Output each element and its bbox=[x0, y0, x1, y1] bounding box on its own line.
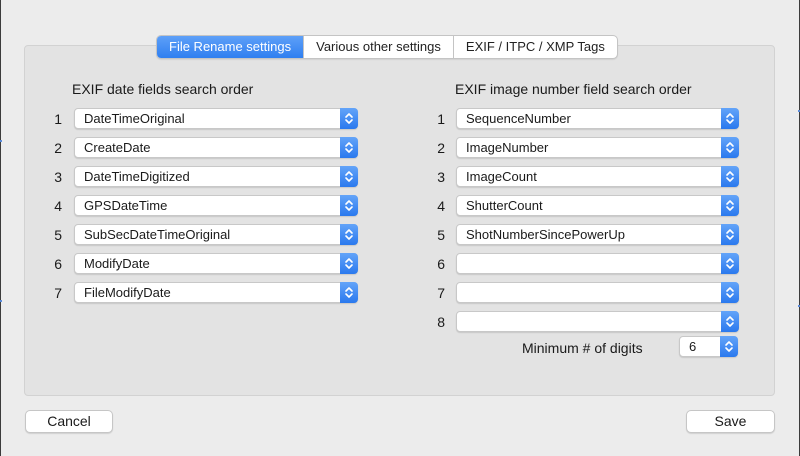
row-number: 5 bbox=[437, 227, 445, 243]
save-button[interactable]: Save bbox=[686, 410, 775, 433]
date-field-select-3[interactable]: DateTimeDigitized bbox=[74, 166, 358, 187]
tab-bar: File Rename settings Various other setti… bbox=[156, 35, 618, 59]
image-number-field-select-2[interactable]: ImageNumber bbox=[456, 137, 739, 158]
row-number: 3 bbox=[437, 169, 445, 185]
image-number-field-select-1[interactable]: SequenceNumber bbox=[456, 108, 739, 129]
tab-content-panel bbox=[24, 45, 775, 396]
image-number-field-select-6[interactable] bbox=[456, 253, 739, 274]
date-field-select-4[interactable]: GPSDateTime bbox=[74, 195, 358, 216]
minimum-digits-value: 6 bbox=[689, 339, 697, 354]
exif-date-fields-title: EXIF date fields search order bbox=[72, 81, 254, 97]
chevron-up-down-icon bbox=[721, 166, 739, 187]
row-number: 4 bbox=[437, 198, 445, 214]
chevron-up-down-icon bbox=[340, 253, 358, 274]
edge-marker bbox=[0, 140, 2, 142]
chevron-up-down-icon bbox=[340, 137, 358, 158]
date-field-select-1[interactable]: DateTimeOriginal bbox=[74, 108, 358, 129]
select-value: ShotNumberSincePowerUp bbox=[466, 227, 625, 242]
date-field-select-7[interactable]: FileModifyDate bbox=[74, 282, 358, 303]
image-number-field-select-5[interactable]: ShotNumberSincePowerUp bbox=[456, 224, 739, 245]
select-value: FileModifyDate bbox=[84, 285, 171, 300]
select-value: SequenceNumber bbox=[466, 111, 571, 126]
chevron-up-down-icon bbox=[340, 195, 358, 216]
date-field-select-2[interactable]: CreateDate bbox=[74, 137, 358, 158]
row-number: 8 bbox=[437, 314, 445, 330]
select-value: ImageNumber bbox=[466, 140, 549, 155]
image-number-field-select-3[interactable]: ImageCount bbox=[456, 166, 739, 187]
window-edge-left bbox=[0, 0, 1, 456]
select-value: ImageCount bbox=[466, 169, 537, 184]
row-number: 7 bbox=[54, 285, 62, 301]
row-number: 3 bbox=[54, 169, 62, 185]
row-number: 2 bbox=[54, 140, 62, 156]
row-number: 6 bbox=[54, 256, 62, 272]
select-value: DateTimeOriginal bbox=[84, 111, 185, 126]
chevron-up-down-icon bbox=[721, 311, 739, 332]
row-number: 5 bbox=[54, 227, 62, 243]
chevron-up-down-icon bbox=[340, 282, 358, 303]
date-field-select-5[interactable]: SubSecDateTimeOriginal bbox=[74, 224, 358, 245]
chevron-up-down-icon bbox=[721, 282, 739, 303]
chevron-up-down-icon bbox=[721, 253, 739, 274]
tab-various-other-settings[interactable]: Various other settings bbox=[304, 36, 454, 58]
chevron-up-down-icon bbox=[721, 195, 739, 216]
minimum-digits-select[interactable]: 6 bbox=[679, 336, 738, 357]
select-value: CreateDate bbox=[84, 140, 151, 155]
image-number-field-select-4[interactable]: ShutterCount bbox=[456, 195, 739, 216]
chevron-up-down-icon bbox=[721, 108, 739, 129]
tab-file-rename-settings[interactable]: File Rename settings bbox=[157, 36, 305, 58]
row-number: 1 bbox=[54, 111, 62, 127]
row-number: 2 bbox=[437, 140, 445, 156]
date-field-select-6[interactable]: ModifyDate bbox=[74, 253, 358, 274]
select-value: DateTimeDigitized bbox=[84, 169, 190, 184]
select-value: SubSecDateTimeOriginal bbox=[84, 227, 231, 242]
chevron-up-down-icon bbox=[340, 224, 358, 245]
chevron-up-down-icon bbox=[721, 224, 739, 245]
chevron-up-down-icon bbox=[340, 108, 358, 129]
chevron-up-down-icon bbox=[720, 336, 738, 357]
chevron-up-down-icon bbox=[721, 137, 739, 158]
tab-exif-itpc-xmp-tags[interactable]: EXIF / ITPC / XMP Tags bbox=[454, 36, 617, 58]
select-value: ShutterCount bbox=[466, 198, 543, 213]
row-number: 7 bbox=[437, 285, 445, 301]
minimum-digits-label: Minimum # of digits bbox=[522, 340, 643, 356]
row-number: 1 bbox=[437, 111, 445, 127]
select-value: GPSDateTime bbox=[84, 198, 168, 213]
select-value: ModifyDate bbox=[84, 256, 150, 271]
row-number: 4 bbox=[54, 198, 62, 214]
image-number-field-select-7[interactable] bbox=[456, 282, 739, 303]
exif-image-number-title: EXIF image number field search order bbox=[455, 81, 692, 97]
chevron-up-down-icon bbox=[340, 166, 358, 187]
cancel-button[interactable]: Cancel bbox=[25, 410, 113, 433]
edge-marker bbox=[0, 300, 2, 302]
row-number: 6 bbox=[437, 256, 445, 272]
image-number-field-select-8[interactable] bbox=[456, 311, 739, 332]
